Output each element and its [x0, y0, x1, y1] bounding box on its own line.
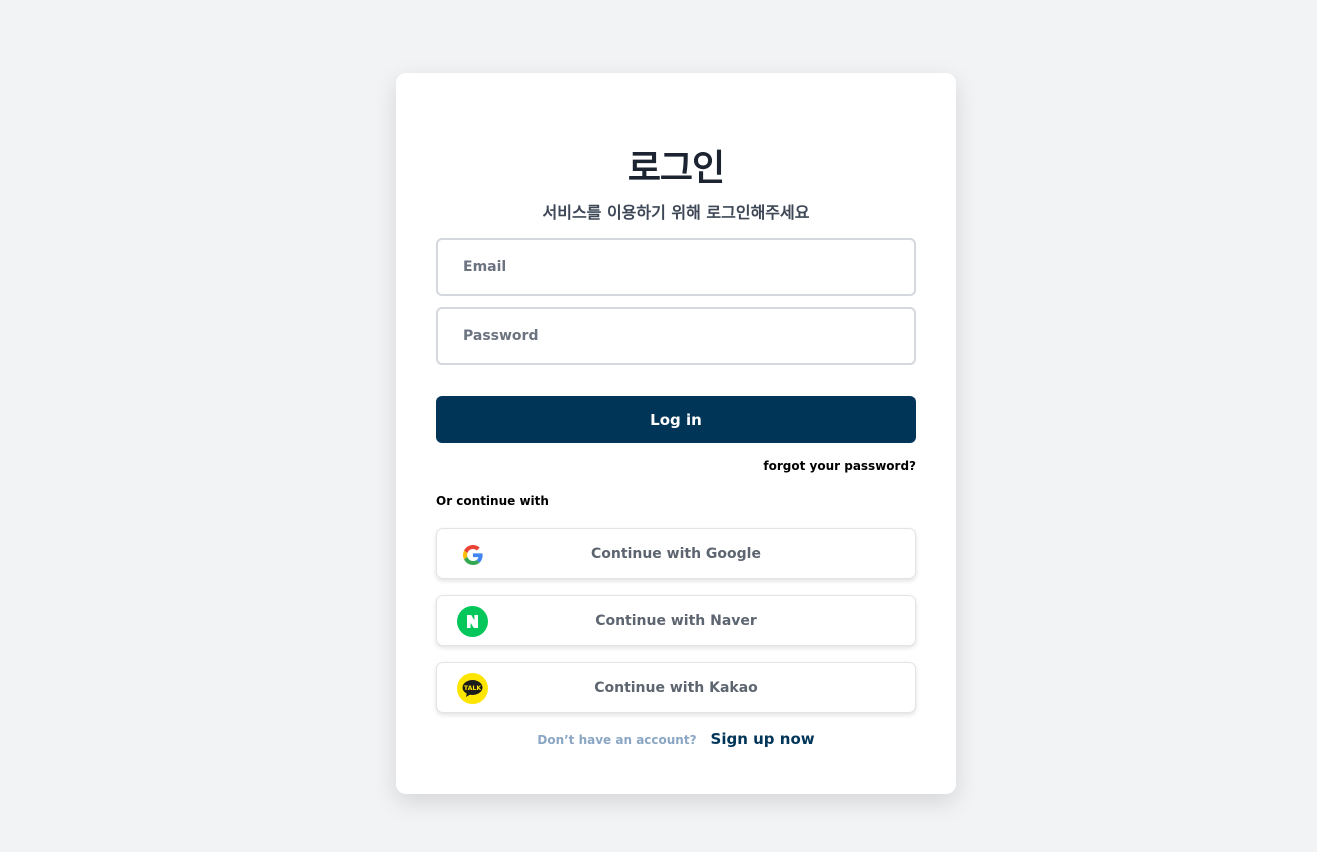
- email-input[interactable]: [436, 238, 916, 296]
- page-subtitle: 서비스를 이용하기 위해 로그인해주세요: [542, 203, 810, 222]
- password-input[interactable]: [436, 307, 916, 365]
- google-login-label: Continue with Google: [591, 545, 761, 562]
- naver-login-button[interactable]: Continue with Naver: [436, 595, 916, 646]
- kakao-login-label: Continue with Kakao: [594, 679, 758, 696]
- naver-login-label: Continue with Naver: [595, 612, 757, 629]
- login-card: 로그인 서비스를 이용하기 위해 로그인해주세요 Log in forgot y…: [396, 73, 956, 794]
- signup-row: Don’t have an account? Sign up now: [396, 730, 956, 748]
- no-account-text: Don’t have an account?: [537, 733, 697, 747]
- google-login-button[interactable]: Continue with Google: [436, 528, 916, 579]
- forgot-password-link[interactable]: forgot your password?: [763, 459, 916, 473]
- page-title: 로그인: [627, 148, 725, 189]
- kakao-login-button[interactable]: TALK Continue with Kakao: [436, 662, 916, 713]
- or-continue-label: Or continue with: [436, 494, 549, 508]
- login-button[interactable]: Log in: [436, 396, 916, 443]
- signup-link[interactable]: Sign up now: [711, 730, 815, 748]
